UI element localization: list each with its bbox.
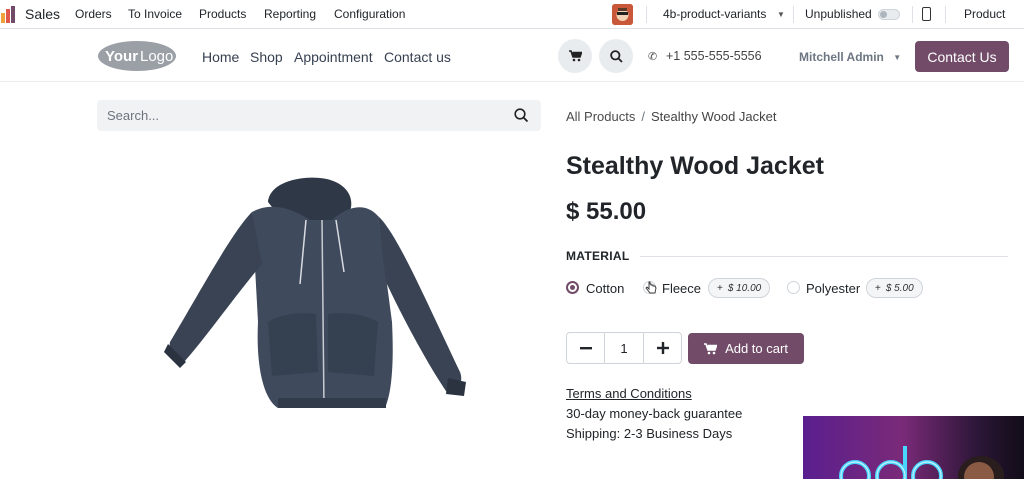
add-to-cart-button[interactable]: Add to cart: [688, 333, 804, 364]
product-price: $ 55.00: [566, 198, 647, 225]
user-name: Mitchell Admin: [799, 50, 884, 64]
breadcrumb-current: Stealthy Wood Jacket: [651, 109, 777, 124]
caret-down-icon[interactable]: ▼: [777, 10, 785, 19]
quantity-input[interactable]: 1: [604, 333, 644, 363]
svg-text:Logo: Logo: [140, 48, 173, 65]
add-to-cart-label: Add to cart: [725, 341, 788, 356]
website-header: Your Logo Home Shop Appointment Contact …: [0, 30, 1024, 82]
sales-app-icon[interactable]: [0, 5, 18, 23]
price-extra-polyester: $ 5.00: [885, 282, 914, 294]
option-label-cotton[interactable]: Cotton: [586, 281, 624, 296]
attribute-label: MATERIAL: [566, 249, 630, 263]
quantity-stepper: 1: [566, 332, 682, 364]
price-extra-badge: + $ 10.00: [708, 278, 771, 298]
plus-icon: [656, 342, 669, 354]
radio-polyester[interactable]: [787, 281, 800, 294]
decrease-quantity-button[interactable]: [567, 333, 604, 363]
plus-sign: +: [875, 282, 881, 294]
price-extra-badge: + $ 5.00: [866, 278, 923, 298]
publish-status-label: Unpublished: [805, 7, 872, 21]
mobile-preview-icon[interactable]: [922, 7, 931, 21]
plus-sign: +: [717, 282, 723, 294]
option-label-polyester[interactable]: Polyester: [806, 281, 860, 296]
search-input[interactable]: [97, 100, 507, 131]
user-menu[interactable]: Mitchell Admin ▼: [799, 50, 901, 64]
website-selector[interactable]: 4b-product-variants: [663, 7, 766, 21]
app-name[interactable]: Sales: [25, 6, 60, 22]
debug-avatar-icon[interactable]: [612, 4, 633, 25]
nav-appointment[interactable]: Appointment: [294, 49, 373, 65]
terms-link[interactable]: Terms and Conditions: [566, 386, 692, 401]
site-logo[interactable]: Your Logo: [97, 40, 177, 72]
product-image[interactable]: [160, 172, 475, 412]
guarantee-text: 30-day money-back guarantee: [566, 406, 743, 421]
product-title: Stealthy Wood Jacket: [566, 152, 824, 180]
menu-reporting[interactable]: Reporting: [264, 7, 316, 21]
minus-icon: [579, 347, 592, 350]
radio-cotton[interactable]: [566, 281, 579, 294]
svg-text:Your: Your: [105, 48, 138, 65]
divider: [912, 6, 913, 23]
divider: [945, 6, 946, 23]
price-extra-fleece: $ 10.00: [727, 282, 762, 294]
divider: [646, 6, 647, 23]
cart-button[interactable]: [558, 39, 592, 73]
increase-quantity-button[interactable]: [644, 333, 681, 363]
cart-icon: [568, 50, 582, 62]
nav-home[interactable]: Home: [202, 49, 239, 65]
cart-icon: [704, 342, 718, 354]
caret-down-icon: ▼: [893, 53, 902, 62]
nav-contact-us[interactable]: Contact us: [384, 49, 451, 65]
backend-top-bar: Sales Orders To Invoice Products Reporti…: [0, 0, 1024, 29]
hand-pointer-icon: [645, 281, 657, 294]
menu-to-invoice[interactable]: To Invoice: [128, 7, 182, 21]
menu-products[interactable]: Products: [199, 7, 246, 21]
divider: [793, 6, 794, 23]
search-icon: [609, 49, 623, 63]
divider: [640, 256, 1008, 257]
product-search: [97, 100, 541, 131]
menu-configuration[interactable]: Configuration: [334, 7, 405, 21]
phone-number: +1 555-555-5556: [666, 49, 762, 63]
edit-product-button[interactable]: Product: [964, 7, 1005, 21]
shipping-text: Shipping: 2-3 Business Days: [566, 426, 733, 441]
phone-icon: ✆: [648, 51, 658, 63]
search-button[interactable]: [599, 39, 633, 73]
nav-shop[interactable]: Shop: [250, 49, 283, 65]
breadcrumb: All Products / Stealthy Wood Jacket: [566, 109, 777, 124]
breadcrumb-separator: /: [641, 109, 645, 124]
search-icon[interactable]: [514, 108, 529, 123]
menu-orders[interactable]: Orders: [75, 7, 112, 21]
option-label-fleece[interactable]: Fleece: [662, 281, 701, 296]
phone-link[interactable]: ✆ +1 555-555-5556: [648, 49, 762, 63]
breadcrumb-all-products[interactable]: All Products: [566, 109, 635, 124]
publish-toggle[interactable]: [878, 9, 900, 20]
contact-us-button[interactable]: Contact Us: [915, 41, 1009, 72]
